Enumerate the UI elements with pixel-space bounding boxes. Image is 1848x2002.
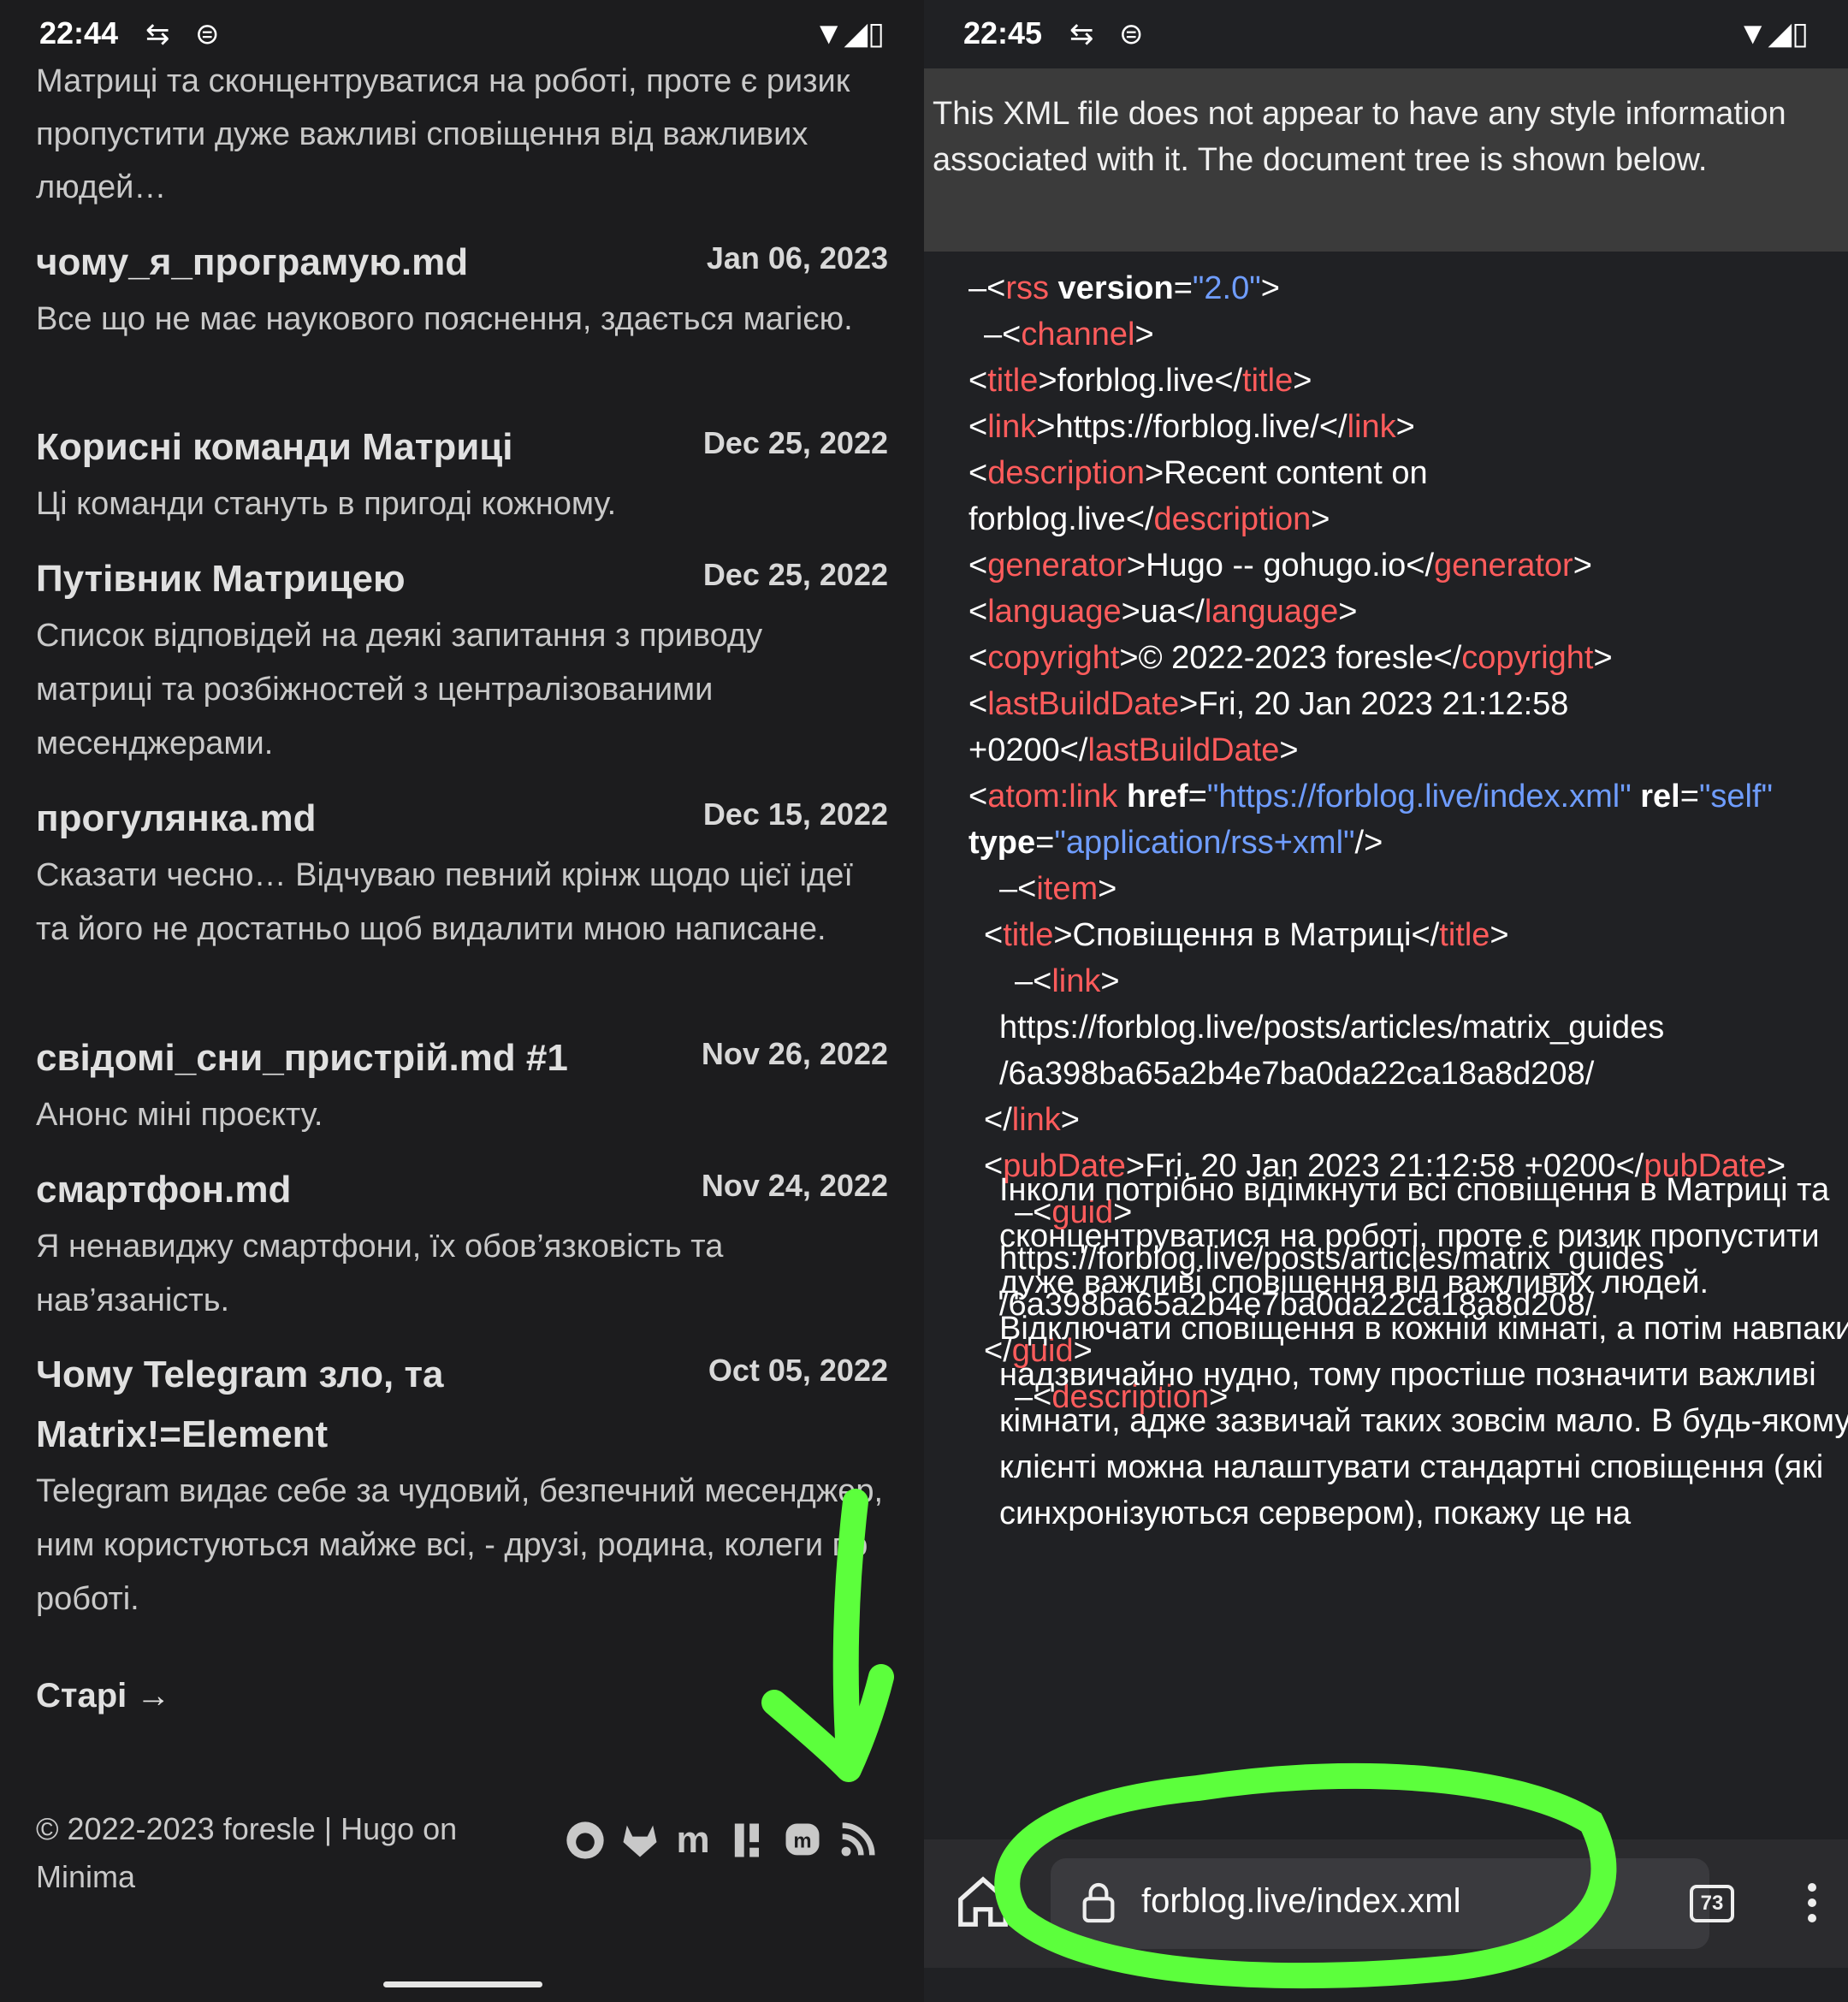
post-intro-text: Матриці та сконцентруватися на роботі, п… [36, 63, 850, 205]
item-description-text: Інколи потрібно відімкнути всі сповіщенн… [999, 1172, 1848, 1531]
item-link-line-2: /6a398ba65a2b4e7ba0da22ca18a8d208/ [999, 1056, 1595, 1092]
post-title[interactable]: Корисні команди Матриці [36, 418, 703, 477]
post-date: Oct 05, 2022 [708, 1353, 888, 1388]
post-item[interactable]: чому_я_програмую.md Jan 06, 2023 Все що … [36, 233, 888, 346]
xml-line-item[interactable]: –<item> [999, 866, 1116, 912]
post-title[interactable]: свідомі_сни_пристрій.md #1 [36, 1028, 703, 1088]
channel-link: https://forblog.live/ [1055, 409, 1319, 445]
channel-description: Recent content on [1164, 455, 1428, 491]
xml-line-atom-type: type="application/rss+xml"/> [968, 825, 1383, 861]
footer-copyright: © 2022-2023 foresle | Hugo on Minima [36, 1811, 458, 1894]
xml-line-description-cont: forblog.live</description> [968, 501, 1330, 537]
liberapay-icon[interactable] [726, 1818, 770, 1863]
matrix-icon[interactable]: m [671, 1818, 715, 1863]
gesture-handle[interactable] [383, 1981, 542, 1987]
left-screenshot: 22:44 ⇆ ⊜ ▼◢▯ Матриці та сконцентруватис… [0, 0, 924, 2002]
post-title[interactable]: Путівник Матрицею [36, 549, 703, 609]
rss-icon[interactable] [835, 1818, 880, 1863]
svg-text:m: m [793, 1830, 811, 1853]
xml-line-item-link-open[interactable]: –<link> [1015, 958, 1120, 1004]
xml-line-title: <title>forblog.live</title> [968, 363, 1312, 399]
status-time: 22:45 [963, 15, 1043, 50]
post-item[interactable]: прогулянка.md Dec 15, 2022 Сказати чесно… [36, 789, 888, 957]
xml-line-language: <language>ua</language> [968, 594, 1358, 630]
atom-href: "https://forblog.live/index.xml" [1206, 779, 1632, 814]
right-screenshot: 22:45 ⇆ ⊜ ▼◢▯ This XML file does not app… [924, 0, 1848, 2002]
channel-lastbuilddate-cont: +0200 [968, 732, 1060, 768]
post-item[interactable]: свідомі_сни_пристрій.md #1 Nov 26, 2022 … [36, 1028, 888, 1142]
post-date: Jan 06, 2023 [706, 240, 888, 275]
post-title[interactable]: смартфон.md [36, 1160, 703, 1220]
status-bar: 22:45 ⇆ ⊜ ▼◢▯ [924, 0, 1848, 68]
post-date: Dec 15, 2022 [702, 797, 888, 832]
post-title[interactable]: прогулянка.md [36, 789, 703, 849]
item-link-line-1: https://forblog.live/posts/articles/matr… [999, 1010, 1665, 1045]
xml-line-generator: <generator>Hugo -- gohugo.io</generator> [968, 548, 1592, 583]
post-description: Сказати чесно… Відчуваю певний крінж щод… [36, 857, 853, 947]
xml-line-item-link-close: </link> [984, 1102, 1080, 1138]
rss-version: "2.0" [1192, 270, 1261, 306]
post-date: Dec 25, 2022 [702, 557, 888, 592]
channel-language: ua [1140, 594, 1177, 630]
xml-line-link: <link>https://forblog.live/</link> [968, 409, 1415, 445]
post-date: Nov 24, 2022 [701, 1168, 888, 1203]
address-bar[interactable]: forblog.live/index.xml [1051, 1858, 1709, 1949]
post-description: Ці команди стануть в пригоді кожному. [36, 486, 617, 522]
github-icon[interactable] [563, 1818, 607, 1863]
atom-rel: "self" [1698, 779, 1774, 814]
channel-title: forblog.live [1057, 363, 1215, 399]
xml-line-description: <description>Recent content on [968, 455, 1428, 491]
data-saver-icon: ⇆ [1069, 18, 1094, 50]
post-item[interactable]: Путівник Матрицею Dec 25, 2022 Список ві… [36, 549, 888, 771]
channel-description-cont: forblog.live [968, 501, 1126, 537]
mastodon-icon[interactable]: m [780, 1818, 825, 1863]
post-date: Nov 26, 2022 [701, 1036, 888, 1071]
vpn-icon: ⊜ [195, 18, 220, 50]
xml-line-item-title: <title>Сповіщення в Матриці</title> [984, 917, 1509, 953]
post-description: Telegram видає себе за чудовий, безпечни… [36, 1473, 884, 1617]
channel-copyright: © 2022-2023 foresle [1138, 640, 1434, 676]
post-date: Dec 25, 2022 [702, 425, 888, 460]
lock-icon[interactable] [1075, 1879, 1122, 1927]
xml-line-lastbuilddate-cont: +0200</lastBuildDate> [968, 732, 1299, 768]
atom-type: "application/rss+xml" [1054, 825, 1355, 861]
channel-generator: Hugo -- gohugo.io [1146, 548, 1407, 583]
item-title: Сповіщення в Матриці [1072, 917, 1412, 953]
xml-style-notice: This XML file does not appear to have an… [924, 68, 1848, 252]
home-icon[interactable] [953, 1872, 1013, 1932]
gitlab-icon[interactable] [618, 1818, 662, 1863]
nav-bar-area [924, 1968, 1848, 2002]
url-text[interactable]: forblog.live/index.xml [1141, 1882, 1461, 1921]
status-time: 22:44 [39, 15, 119, 50]
vpn-icon: ⊜ [1119, 18, 1144, 50]
older-posts-link[interactable]: Старі → [36, 1677, 170, 1715]
post-item[interactable]: Чому Telegram зло, та Matrix!=Element Oc… [36, 1345, 888, 1626]
post-description: Я ненавиджу смартфони, їх обов’язковість… [36, 1229, 724, 1318]
xml-line-rss[interactable]: –<rss version="2.0"> [968, 265, 1280, 311]
xml-line-atom-link: <atom:link href="https://forblog.live/in… [968, 779, 1774, 814]
channel-lastbuilddate: Fri, 20 Jan 2023 21:12:58 [1198, 686, 1569, 722]
data-saver-icon: ⇆ [145, 18, 170, 50]
xml-line-lastbuilddate: <lastBuildDate>Fri, 20 Jan 2023 21:12:58 [968, 686, 1569, 722]
post-title[interactable]: чому_я_програмую.md [36, 233, 703, 293]
tab-switcher-button[interactable]: 73 [1690, 1885, 1734, 1922]
post-item[interactable]: Корисні команди Матриці Dec 25, 2022 Ці … [36, 418, 888, 531]
post-item[interactable]: смартфон.md Nov 24, 2022 Я ненавиджу сма… [36, 1160, 888, 1328]
xml-line-channel[interactable]: –<channel> [984, 311, 1154, 358]
overflow-menu-icon[interactable] [1799, 1879, 1825, 1930]
wifi-signal-battery-icons: ▼◢▯ [1737, 15, 1809, 50]
post-description: Список відповідей на деякі запитання з п… [36, 618, 763, 761]
post-description: Анонс міні проєкту. [36, 1097, 323, 1133]
wifi-signal-battery-icons: ▼◢▯ [813, 15, 885, 50]
post-title[interactable]: Чому Telegram зло, та Matrix!=Element [36, 1345, 515, 1465]
xml-line-copyright: <copyright>© 2022-2023 foresle</copyrigh… [968, 640, 1613, 676]
post-description: Все що не має наукового пояснення, здаєт… [36, 301, 853, 337]
